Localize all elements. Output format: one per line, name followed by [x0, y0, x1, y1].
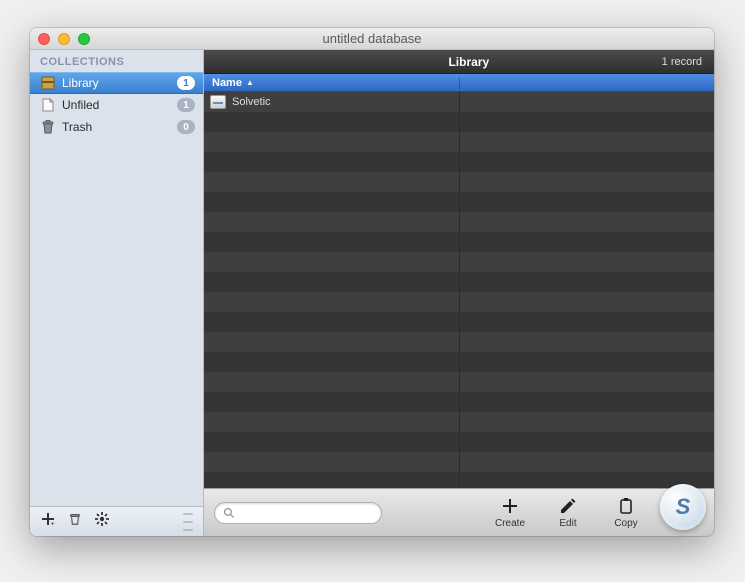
bottom-toolbar: Create Edit Copy Delete: [204, 488, 714, 536]
table-row-empty: [204, 172, 714, 192]
window-title: untitled database: [30, 31, 714, 46]
trash-icon: [40, 119, 56, 135]
sidebar-list: Library 1 Unfiled 1 Trash 0: [30, 72, 203, 506]
table-row-empty: [204, 252, 714, 272]
table-row-empty: [204, 272, 714, 292]
delete-collection-button[interactable]: [68, 512, 82, 531]
table-row-empty: [204, 432, 714, 452]
sidebar-item-badge: 0: [177, 120, 195, 134]
minimize-window-button[interactable]: [58, 33, 70, 45]
record-grid[interactable]: Solvetic: [204, 92, 714, 488]
create-button[interactable]: Create: [490, 496, 530, 529]
settings-button[interactable]: [94, 511, 110, 532]
sidebar-header: COLLECTIONS: [30, 50, 203, 72]
sidebar-item-label: Library: [62, 76, 171, 90]
table-row[interactable]: Solvetic: [204, 92, 714, 112]
watermark-logo: S: [660, 484, 706, 530]
sidebar: COLLECTIONS Library 1 Unfiled 1: [30, 50, 204, 536]
table-row-empty: [204, 452, 714, 472]
sidebar-footer: [30, 506, 203, 536]
collection-title: Library: [276, 55, 662, 69]
close-window-button[interactable]: [38, 33, 50, 45]
table-row-empty: [204, 412, 714, 432]
table-row-empty: [204, 152, 714, 172]
sidebar-item-label: Unfiled: [62, 98, 171, 112]
record-name: Solvetic: [232, 96, 271, 108]
add-collection-button[interactable]: [40, 511, 56, 532]
sidebar-item-badge: 1: [177, 98, 195, 112]
record-count: 1 record: [662, 56, 702, 68]
main-panel: Library 1 record Name ▲ Solvetic: [204, 50, 714, 536]
pencil-icon: [558, 496, 578, 516]
sort-indicator-icon: ▲: [246, 78, 254, 87]
column-header-label: Name: [212, 77, 242, 89]
column-header-row: Name ▲: [204, 74, 714, 92]
sidebar-resize-handle[interactable]: [183, 513, 193, 531]
table-row-empty: [204, 132, 714, 152]
column-header-name[interactable]: Name ▲: [204, 77, 460, 89]
sidebar-item-library[interactable]: Library 1: [30, 72, 203, 94]
edit-button[interactable]: Edit: [548, 496, 588, 529]
sidebar-item-unfiled[interactable]: Unfiled 1: [30, 94, 203, 116]
app-window: untitled database COLLECTIONS Library 1 …: [30, 28, 714, 536]
clipboard-icon: [616, 496, 636, 516]
table-row-empty: [204, 212, 714, 232]
copy-button-label: Copy: [614, 518, 637, 529]
table-row-empty: [204, 352, 714, 372]
create-button-label: Create: [495, 518, 525, 529]
table-row-empty: [204, 192, 714, 212]
plus-icon: [500, 496, 520, 516]
copy-button[interactable]: Copy: [606, 496, 646, 529]
table-row-empty: [204, 392, 714, 412]
table-row-empty: [204, 292, 714, 312]
library-icon: [40, 75, 56, 91]
table-row-empty: [204, 372, 714, 392]
sidebar-item-badge: 1: [177, 76, 195, 90]
record-icon: [210, 95, 226, 109]
search-icon: [223, 507, 235, 519]
table-row-empty: [204, 312, 714, 332]
sidebar-item-label: Trash: [62, 120, 171, 134]
table-row-empty: [204, 472, 714, 488]
table-row-empty: [204, 232, 714, 252]
edit-button-label: Edit: [559, 518, 576, 529]
unfiled-icon: [40, 97, 56, 113]
main-header: Library 1 record: [204, 50, 714, 74]
sidebar-item-trash[interactable]: Trash 0: [30, 116, 203, 138]
titlebar[interactable]: untitled database: [30, 28, 714, 50]
table-row-empty: [204, 332, 714, 352]
table-row-empty: [204, 112, 714, 132]
search-input[interactable]: [214, 502, 382, 524]
zoom-window-button[interactable]: [78, 33, 90, 45]
